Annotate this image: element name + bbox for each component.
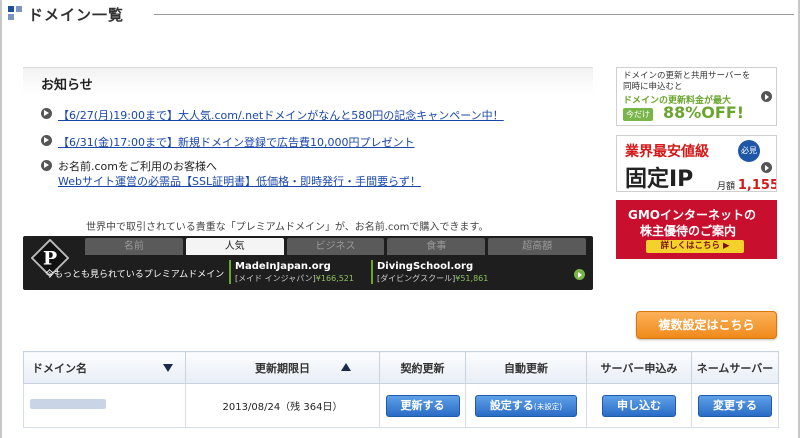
ad-price-unit: 月額 xyxy=(717,182,736,192)
renew-button[interactable]: 更新する xyxy=(385,394,460,417)
notice-title: お知らせ xyxy=(23,67,593,95)
col-expiry[interactable]: 更新期限日 xyxy=(185,351,380,384)
premium-caption: 世界中で取引されている貴重な「プレミアムドメイン」が、お名前.comで購入できま… xyxy=(86,222,489,233)
col-nameserver: ネームサーバー xyxy=(691,351,779,384)
tab-business[interactable]: ビジネス xyxy=(286,238,385,255)
table-header-row: ドメイン名 更新期限日 契約更新 自動更新 サーバー申込み ネームサーバー xyxy=(23,351,779,384)
ad-headline: 固定IP xyxy=(625,167,694,192)
arrow-bullet-icon xyxy=(41,108,52,119)
domain-table: ドメイン名 更新期限日 契約更新 自動更新 サーバー申込み ネームサーバー 20… xyxy=(23,351,779,428)
ad-seal: 必見 xyxy=(738,140,760,162)
ad-domain-renewal[interactable]: ドメインの更新と共用サーバーを 同時に申込むと ドメインの更新料金が最大 今だけ … xyxy=(616,67,777,126)
nameserver-change-button[interactable]: 変更する xyxy=(698,394,772,417)
ad-text: GMOインターネットの xyxy=(628,208,756,222)
arrow-bullet-icon xyxy=(41,135,52,146)
premium-domain-kana: [ダイビングスクール] xyxy=(377,274,456,283)
page-frame: ドメイン一覧 お知らせ 【6/27(月)19:00まで】大人気.com/.net… xyxy=(0,0,800,438)
tab-high-price[interactable]: 超高額 xyxy=(488,238,586,255)
sort-desc-icon[interactable] xyxy=(163,364,173,372)
auto-renew-button[interactable]: 設定する(未設定) xyxy=(474,394,578,417)
expiry-date: 2013/08/24（残 364日） xyxy=(185,383,380,428)
notice-link[interactable]: 【6/27(月)19:00まで】大人気.com/.netドメインがなんと580円… xyxy=(58,107,504,123)
notice-panel: お知らせ 【6/27(月)19:00まで】大人気.com/.netドメインがなん… xyxy=(23,67,593,197)
arrow-icon xyxy=(761,162,772,173)
server-apply-button[interactable]: 申し込む xyxy=(602,394,676,417)
premium-domain-item[interactable]: MadeInJapan.org [メイド インジャパン]¥166,521 xyxy=(229,260,354,284)
premium-subtitle: 今もっとも見られているプレミアムドメイン xyxy=(45,270,225,280)
domain-name-redacted[interactable] xyxy=(30,399,106,409)
ad-text: 業界最安値級 xyxy=(625,144,709,160)
auto-renew-status: (未設定) xyxy=(533,401,563,411)
premium-domain-item[interactable]: DivingSchool.org [ダイビングスクール]¥51,861 xyxy=(371,260,488,284)
ad-price: 1,155円 xyxy=(737,178,776,192)
col-server-apply: サーバー申込み xyxy=(586,351,692,384)
table-row: 2013/08/24（残 364日） 更新する 設定する(未設定) 申し込む 変… xyxy=(23,383,779,428)
ad-text: ドメインの更新と共用サーバーを xyxy=(623,71,751,81)
col-auto-renewal: 自動更新 xyxy=(465,351,587,384)
sort-asc-icon[interactable] xyxy=(341,363,351,371)
ad-fixed-ip[interactable]: 業界最安値級 必見 固定IP 月額 1,155円 xyxy=(616,135,777,192)
page-header: ドメイン一覧 xyxy=(8,3,124,25)
ad-text: 同時に申込むと xyxy=(623,82,683,92)
premium-domain-name: MadeInJapan.org xyxy=(235,261,331,272)
notice-link[interactable]: 【6/31(金)17:00まで】新規ドメイン登録で広告費10,000円プレゼント xyxy=(58,134,414,150)
ad-discount: 88%OFF! xyxy=(663,103,745,122)
col-label: 更新期限日 xyxy=(255,361,310,375)
page-title: ドメイン一覧 xyxy=(28,5,125,24)
premium-domain-price: ¥166,521 xyxy=(315,274,354,283)
premium-tabs: 名前 人気 ビジネス 食事 超高額 xyxy=(85,238,589,255)
tab-popular[interactable]: 人気 xyxy=(185,238,284,255)
premium-banner[interactable]: P 名前 人気 ビジネス 食事 超高額 今もっとも見られているプレミアムドメイン… xyxy=(23,236,593,290)
tab-food[interactable]: 食事 xyxy=(387,238,486,255)
col-renewal: 契約更新 xyxy=(379,351,466,384)
next-arrow-icon[interactable] xyxy=(574,269,585,280)
notice-link[interactable]: Webサイト運営の必需品【SSL証明書】低価格・即時発行・手間要らず！ xyxy=(58,174,421,189)
arrow-icon xyxy=(761,91,772,102)
ad-badge: 今だけ xyxy=(623,108,653,121)
premium-domain-price: ¥51,861 xyxy=(455,274,489,283)
arrow-bullet-icon xyxy=(41,160,52,171)
col-label: ドメイン名 xyxy=(32,361,87,375)
tab-name[interactable]: 名前 xyxy=(85,238,183,255)
premium-domain-name: DivingSchool.org xyxy=(377,261,474,272)
premium-domain-kana: [メイド インジャパン] xyxy=(235,274,316,283)
notice-item[interactable]: 【6/27(月)19:00まで】大人気.com/.netドメインがなんと580円… xyxy=(41,107,504,123)
notice-text: お名前.comをご利用のお客様へ xyxy=(58,160,217,173)
ad-gmo-shareholder[interactable]: GMOインターネットの 株主優待のご案内 詳しくはこちら ▶ xyxy=(616,200,777,259)
header-divider xyxy=(154,14,794,15)
ad-text: 株主優待のご案内 xyxy=(640,224,737,238)
ad-details-button[interactable]: 詳しくはこちら ▶ xyxy=(646,240,744,253)
col-domain-name[interactable]: ドメイン名 xyxy=(23,351,186,384)
notice-item[interactable]: お名前.comをご利用のお客様へ Webサイト運営の必需品【SSL証明書】低価格… xyxy=(41,159,421,189)
multi-settings-button[interactable]: 複数設定はこちら xyxy=(636,311,777,339)
notice-item[interactable]: 【6/31(金)17:00まで】新規ドメイン登録で広告費10,000円プレゼント xyxy=(41,134,414,150)
auto-renew-label: 設定する xyxy=(489,398,534,412)
squares-icon xyxy=(8,6,24,22)
